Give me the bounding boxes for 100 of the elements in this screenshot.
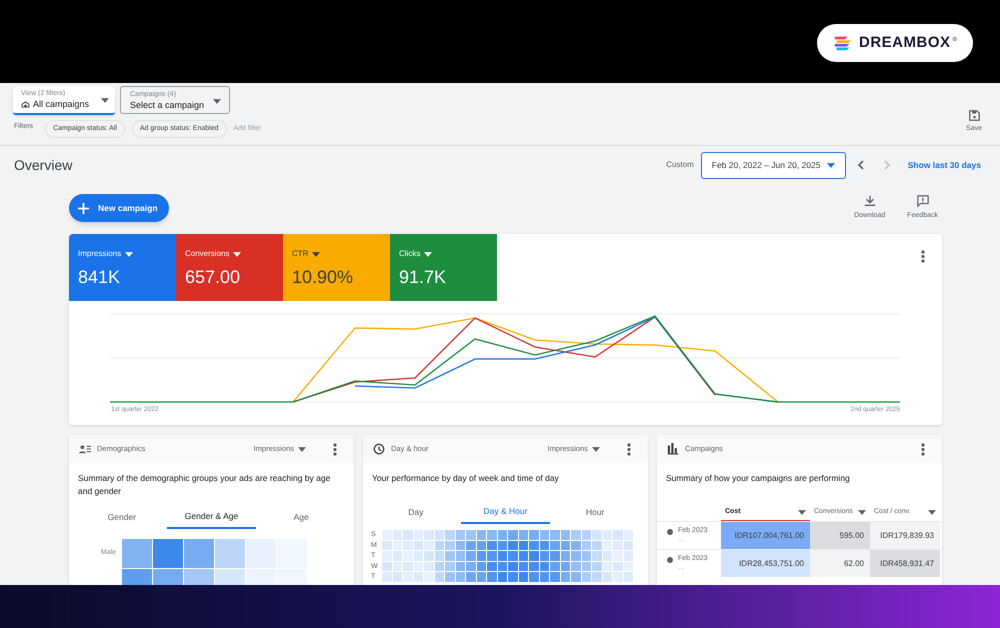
heatmap-cell	[414, 551, 423, 560]
heatmap-cell	[153, 539, 183, 568]
heatmap-cell	[487, 540, 496, 550]
table-cell: IDR107,004,761.00	[721, 522, 810, 549]
heatmap-cell	[518, 551, 528, 560]
heatmap-cell	[466, 540, 476, 550]
heatmap-cell	[518, 540, 528, 550]
heatmap-cell	[456, 530, 465, 540]
heatmap-cell	[246, 539, 276, 568]
people-icon	[79, 443, 91, 455]
caret-icon	[213, 99, 221, 104]
tab[interactable]: Gender	[77, 505, 167, 529]
tab[interactable]: Hour	[550, 500, 640, 524]
heatmap-cell	[582, 551, 591, 560]
heatmap-cell	[571, 551, 580, 560]
heatmap-cell	[466, 572, 476, 582]
heatmap-cell	[382, 551, 392, 560]
heatmap-cell	[529, 562, 538, 571]
metric-tile[interactable]: Clicks 91.7K	[390, 234, 497, 301]
heatmap-cell	[613, 530, 622, 540]
heatmap-cell	[466, 562, 476, 571]
more-options-button[interactable]	[626, 442, 632, 456]
plus-icon	[78, 202, 89, 214]
table-cell: IDR28,453,751.00	[721, 550, 810, 577]
panel-description: Summary of the demographic groups your ads are reaching by age and gender	[77, 472, 332, 498]
caret-icon	[928, 510, 936, 515]
heatmap-cell	[602, 551, 612, 560]
date-range-field[interactable]: Feb 20, 2022 – Jun 20, 2025	[700, 152, 846, 178]
heatmap-cell	[382, 572, 392, 582]
heatmap-cell	[184, 539, 214, 568]
tab[interactable]: Day	[371, 500, 461, 524]
heatmap-cell	[498, 572, 507, 582]
heatmap-cell	[414, 572, 423, 582]
heatmap-cell	[540, 572, 549, 582]
download-icon	[864, 194, 876, 207]
heatmap-cell	[560, 530, 570, 540]
metric-tile[interactable]: Conversions 657.00	[176, 234, 283, 301]
heatmap-cell	[592, 551, 602, 560]
heatmap-cell	[392, 530, 402, 540]
heatmap-cell	[571, 530, 580, 540]
heatmap-cell	[487, 572, 496, 582]
metric-value: 841K	[78, 266, 122, 289]
brand-name: DREAMBOX	[859, 32, 951, 53]
metric-tile[interactable]: Impressions 841K	[69, 234, 176, 301]
panel-description: Your performance by day of week and time of day	[371, 472, 560, 485]
tab[interactable]: Age	[256, 505, 346, 529]
heatmap-cell	[582, 530, 591, 540]
heatmap-cell	[582, 562, 591, 571]
heatmap-cell	[518, 572, 528, 582]
caret-icon	[125, 252, 134, 256]
heatmap-cell	[624, 530, 633, 540]
heatmap-cell	[592, 572, 602, 582]
heatmap-cell	[518, 530, 528, 540]
heatmap-cell	[571, 572, 580, 582]
heatmap-cell	[403, 572, 412, 582]
tab[interactable]: Gender & Age	[166, 505, 256, 529]
more-options-button[interactable]	[332, 442, 338, 456]
heatmap-cell	[445, 562, 454, 571]
heatmap-cell	[602, 562, 612, 571]
caret-icon	[312, 252, 320, 256]
heatmap-cell	[456, 572, 465, 582]
heatmap-cell	[403, 540, 412, 550]
heatmap-cell	[456, 562, 465, 571]
new-campaign-button[interactable]: New campaign	[69, 194, 169, 222]
table-cell: IDR179,839.93	[870, 522, 940, 549]
heatmap-cell	[487, 562, 496, 571]
heatmap-cell	[476, 530, 486, 540]
heatmap-cell	[550, 551, 560, 560]
heatmap-cell	[624, 551, 633, 560]
heatmap-cell	[613, 562, 622, 571]
heatmap-cell	[571, 540, 580, 550]
heatmap-cell	[434, 562, 444, 571]
heatmap-cell	[445, 551, 454, 560]
metric-tile[interactable]: CTR 10.90%	[283, 234, 390, 301]
heatmap-cell	[424, 540, 434, 550]
heatmap-cell	[508, 562, 518, 571]
panel-description: Summary of how your campaigns are performing	[665, 472, 851, 485]
heatmap-cell	[613, 551, 622, 560]
save-icon	[968, 110, 980, 121]
home-icon	[21, 100, 30, 110]
tab[interactable]: Day & Hour	[460, 500, 550, 524]
more-options-button[interactable]	[920, 250, 926, 263]
heatmap-cell	[624, 540, 633, 550]
heatmap-cell	[466, 530, 476, 540]
heatmap-cell	[382, 530, 392, 540]
caret-icon	[858, 510, 866, 515]
dropdown-value: Select a campaign	[130, 99, 204, 112]
heatmap-cell	[476, 540, 486, 550]
heatmap-cell	[540, 562, 549, 571]
show-last-30-days-link[interactable]: Show last 30 days	[908, 158, 981, 172]
heatmap-cell	[592, 562, 602, 571]
heatmap-cell	[540, 551, 549, 560]
caret-icon	[592, 446, 600, 452]
heatmap-cell	[550, 530, 560, 540]
heatmap-cell	[560, 540, 570, 550]
heatmap-cell	[602, 530, 612, 540]
more-options-button[interactable]	[920, 442, 926, 456]
heatmap-cell	[456, 540, 465, 550]
heatmap-cell	[624, 572, 633, 582]
heatmap-cell	[403, 530, 412, 540]
